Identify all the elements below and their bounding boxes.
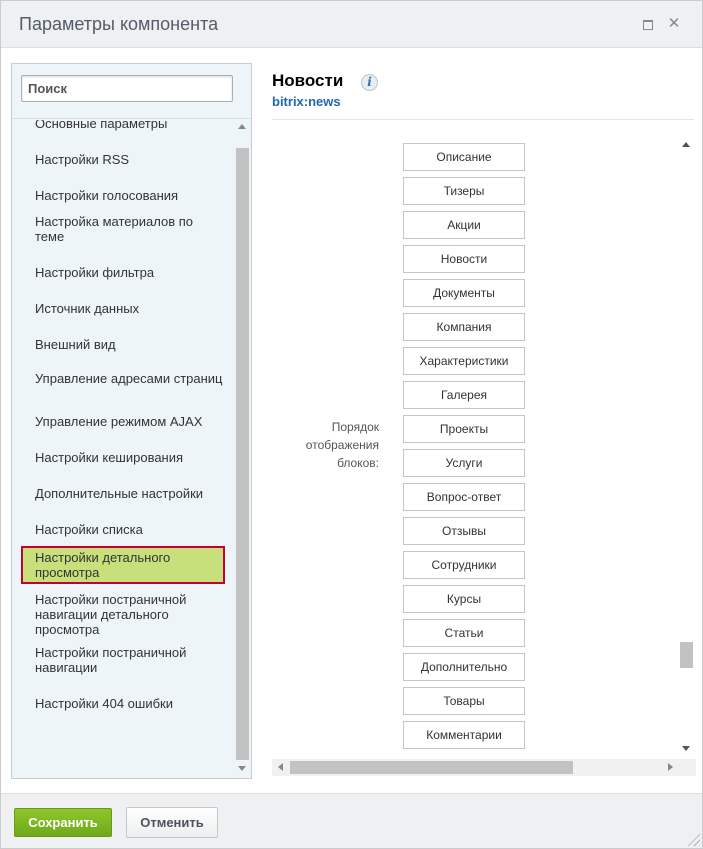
- sidebar-item[interactable]: Управление режимом AJAX: [21, 409, 225, 433]
- scrollbar-thumb[interactable]: [290, 761, 573, 774]
- block-order-item[interactable]: Компания: [403, 313, 525, 341]
- block-order-label: Порядок отображения блоков:: [305, 420, 379, 470]
- sidebar-item-label: Настройки кеширования: [35, 449, 184, 465]
- sections-list: Шаблон компонентаОсновные параметрыНастр…: [12, 120, 234, 776]
- scroll-right-arrow-icon[interactable]: [668, 763, 673, 771]
- sidebar-item[interactable]: Настройка материалов по теме: [21, 214, 225, 244]
- sidebar-item[interactable]: Внешний вид: [21, 332, 225, 356]
- search-area: [12, 64, 251, 119]
- sidebar-item-label: Настройки голосования: [35, 187, 179, 203]
- sidebar-item[interactable]: Управление адресами страниц: [21, 363, 225, 393]
- component-name: Новости: [272, 71, 344, 90]
- sidebar-item-label: Основные параметры: [35, 120, 168, 131]
- sidebar-item-label: Дополнительные настройки: [35, 485, 204, 501]
- sections-scrollbar[interactable]: [234, 120, 251, 778]
- sidebar-item[interactable]: Настройки постраничной навигации: [21, 645, 225, 675]
- block-order-item[interactable]: Дополнительно: [403, 653, 525, 681]
- block-order-item[interactable]: Характеристики: [403, 347, 525, 375]
- block-order-item[interactable]: Акции: [403, 211, 525, 239]
- header-divider: [272, 119, 694, 120]
- block-order-item[interactable]: Комментарии: [403, 721, 525, 749]
- block-order-item[interactable]: Тизеры: [403, 177, 525, 205]
- parameters-vertical-scrollbar[interactable]: [678, 134, 695, 756]
- block-order-item[interactable]: Новости: [403, 245, 525, 273]
- scroll-left-arrow-icon[interactable]: [278, 763, 283, 771]
- title-bar: Параметры компонента ✕: [1, 1, 702, 48]
- sidebar-item-label: Настройка материалов по теме: [35, 214, 193, 244]
- sidebar-item[interactable]: Настройки постраничной навигации детальн…: [21, 591, 225, 637]
- sections-panel: Шаблон компонентаОсновные параметрыНастр…: [11, 63, 252, 779]
- block-order-item[interactable]: Проекты: [403, 415, 525, 443]
- sidebar-item-label: Настройки постраничной навигации: [35, 645, 187, 675]
- resize-grip-icon[interactable]: [686, 832, 698, 844]
- sidebar-item[interactable]: Настройки фильтра: [21, 260, 225, 284]
- sidebar-item-label: Настройки фильтра: [35, 264, 155, 280]
- component-code: bitrix:news: [272, 94, 341, 109]
- sidebar-item-label: Управление режимом AJAX: [35, 413, 203, 429]
- sidebar-item-label: Управление адресами страниц: [35, 370, 223, 386]
- search-input[interactable]: [21, 75, 233, 102]
- block-order-item[interactable]: Описание: [403, 143, 525, 171]
- block-order-item[interactable]: Отзывы: [403, 517, 525, 545]
- scrollbar-thumb[interactable]: [236, 148, 249, 760]
- sidebar-item[interactable]: Настройки RSS: [21, 147, 225, 171]
- cancel-button[interactable]: Отменить: [126, 807, 218, 838]
- scroll-down-arrow-icon[interactable]: [682, 746, 690, 751]
- sidebar-item-label: Настройки детального просмотра: [35, 550, 171, 580]
- dialog-title: Параметры компонента: [19, 14, 219, 34]
- scroll-up-arrow-icon[interactable]: [238, 124, 246, 129]
- sidebar-item-label: Настройки 404 ошибки: [35, 695, 173, 711]
- block-order-item[interactable]: Вопрос-ответ: [403, 483, 525, 511]
- sidebar-item[interactable]: Источник данных: [21, 296, 225, 320]
- sidebar-item-label: Настройки списка: [35, 521, 143, 537]
- sidebar-item-label: Внешний вид: [35, 336, 116, 352]
- sidebar-item[interactable]: Настройки списка: [21, 517, 225, 541]
- sidebar-item-label: Настройки постраничной навигации детальн…: [35, 591, 187, 637]
- block-order-item[interactable]: Документы: [403, 279, 525, 307]
- sidebar-item[interactable]: Настройки кеширования: [21, 445, 225, 469]
- parameters-horizontal-scrollbar[interactable]: [272, 759, 696, 776]
- sidebar-item[interactable]: Дополнительные настройки: [21, 481, 225, 505]
- close-icon[interactable]: ✕: [667, 16, 681, 31]
- maximize-icon[interactable]: [641, 17, 655, 31]
- sidebar-item[interactable]: Настройки 404 ошибки: [21, 691, 225, 715]
- scroll-down-arrow-icon[interactable]: [238, 766, 246, 771]
- save-button[interactable]: Сохранить: [14, 808, 112, 837]
- sidebar-item[interactable]: Настройки голосования: [21, 183, 225, 207]
- sidebar-item-label: Настройки RSS: [35, 151, 130, 167]
- block-order-item[interactable]: Сотрудники: [403, 551, 525, 579]
- scroll-up-arrow-icon[interactable]: [682, 142, 690, 147]
- dialog-footer: Сохранить Отменить: [1, 793, 702, 848]
- info-icon[interactable]: i: [361, 74, 378, 91]
- sidebar-item-active[interactable]: Настройки детального просмотра: [21, 546, 225, 584]
- block-order-item[interactable]: Курсы: [403, 585, 525, 613]
- scrollbar-thumb[interactable]: [680, 642, 693, 668]
- sidebar-item[interactable]: Основные параметры: [21, 120, 225, 135]
- block-order-item[interactable]: Товары: [403, 687, 525, 715]
- block-order-item[interactable]: Услуги: [403, 449, 525, 477]
- sidebar-item-label: Источник данных: [35, 300, 140, 316]
- block-order-item[interactable]: Галерея: [403, 381, 525, 409]
- component-parameters-dialog: Параметры компонента ✕ Шаблон компонента…: [0, 0, 703, 849]
- block-order-item[interactable]: Статьи: [403, 619, 525, 647]
